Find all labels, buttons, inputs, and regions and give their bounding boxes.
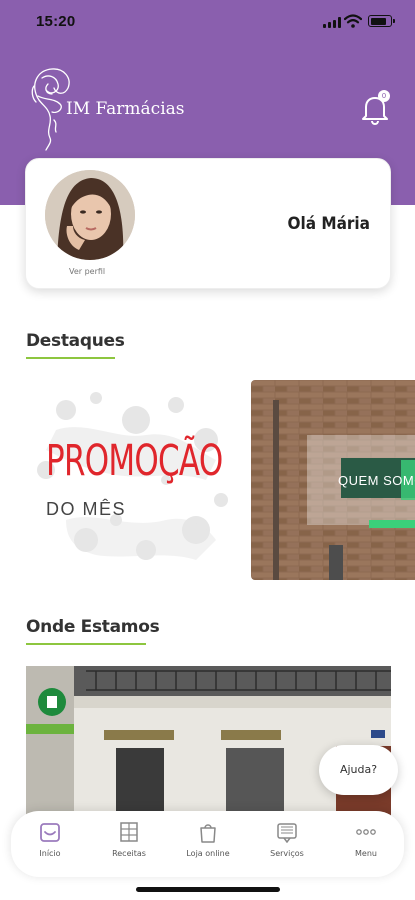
notifications-button[interactable]: 0 <box>358 90 392 126</box>
tab-services[interactable]: Serviços <box>248 811 326 877</box>
tab-menu[interactable]: Menu <box>327 811 405 877</box>
tab-label-services: Serviços <box>270 849 304 858</box>
tab-label-prescriptions: Receitas <box>112 849 146 858</box>
home-indicator <box>136 887 280 892</box>
avatar[interactable] <box>45 170 135 260</box>
tab-label-online-shop: Loja online <box>186 849 230 858</box>
battery-level <box>370 17 386 25</box>
status-bar: 15:20 <box>0 0 415 44</box>
location-title: Onde Estamos <box>26 617 160 637</box>
avatar-image <box>45 170 135 260</box>
battery-icon <box>368 15 395 27</box>
wifi-icon <box>344 14 362 28</box>
signal-icon <box>323 17 341 28</box>
home-icon <box>40 823 60 842</box>
tab-home[interactable]: Início <box>11 811 89 877</box>
view-profile-link[interactable]: Ver perfil <box>69 267 105 276</box>
tab-prescriptions[interactable]: Receitas <box>90 811 168 877</box>
highlights-carousel[interactable]: PROMOÇÃO DO MÊS QUEM SOMOS <box>26 380 415 580</box>
highlights-title: Destaques <box>26 331 125 351</box>
location-underline <box>26 643 146 645</box>
bottom-tab-bar: Início Receitas Loja online Serviços Men… <box>11 811 404 877</box>
tab-label-home: Início <box>39 849 61 858</box>
more-dots-icon <box>356 829 376 835</box>
about-us-label: QUEM SOMOS <box>338 473 415 488</box>
greeting-text: Olá Mária <box>287 214 370 234</box>
notification-badge: 0 <box>378 90 390 102</box>
brand-name: IM Farmácias <box>66 99 185 119</box>
promo-subtitle: DO MÊS <box>46 499 127 519</box>
help-button[interactable]: Ajuda? <box>319 745 398 795</box>
shopping-bag-icon <box>200 824 216 843</box>
tab-online-shop[interactable]: Loja online <box>169 811 247 877</box>
about-us-banner[interactable]: QUEM SOMOS <box>251 380 415 580</box>
promo-banner[interactable]: PROMOÇÃO DO MÊS <box>26 380 240 580</box>
status-time: 15:20 <box>36 13 76 30</box>
tab-label-menu: Menu <box>355 849 377 858</box>
promo-title: PROMOÇÃO <box>46 436 223 486</box>
services-icon <box>277 823 297 843</box>
profile-card[interactable]: Ver perfil Olá Mária <box>25 158 391 289</box>
highlights-underline <box>26 357 115 359</box>
prescription-icon <box>120 822 138 842</box>
